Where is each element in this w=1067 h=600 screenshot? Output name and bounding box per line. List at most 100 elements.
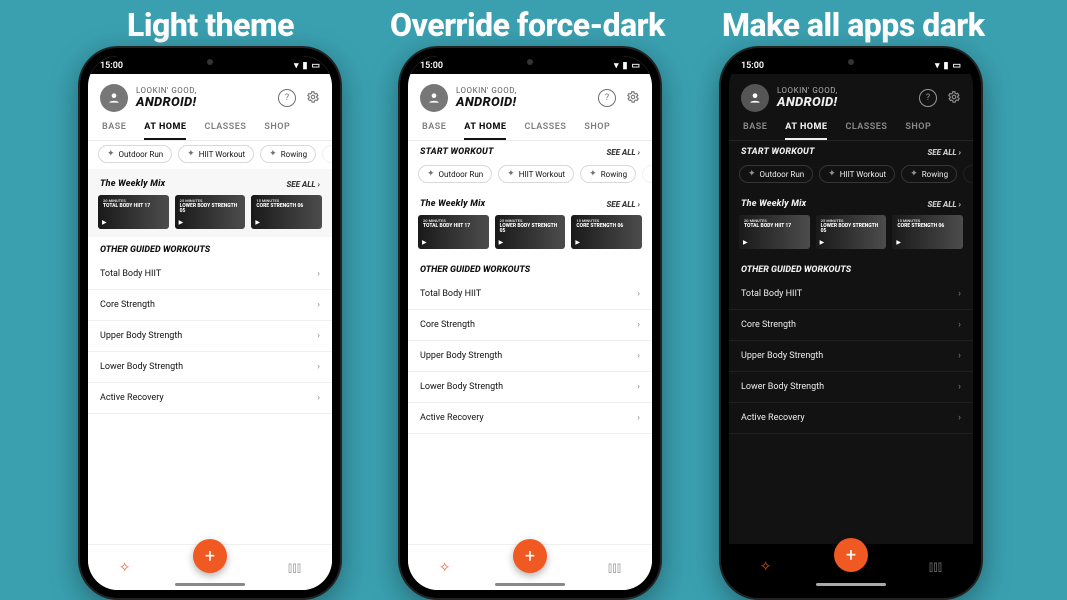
avatar[interactable] <box>420 84 448 112</box>
workout-list-item[interactable]: Upper Body Strength› <box>88 321 332 352</box>
greeting-sub: LOOKIN' GOOD, <box>136 86 197 95</box>
workout-list-item[interactable]: Core Strength› <box>729 310 973 341</box>
workout-list-item[interactable]: Upper Body Strength› <box>729 341 973 372</box>
chip-more[interactable]: ✦ <box>322 145 332 163</box>
tab-base[interactable]: BASE <box>743 122 767 140</box>
start-workout-title: START WORKOUT <box>420 147 494 157</box>
mix-card[interactable]: 15 MINUTESCORE STRENGTH 06▶ <box>892 215 963 249</box>
status-time: 15:00 <box>420 61 443 71</box>
workout-list-item[interactable]: Lower Body Strength› <box>729 372 973 403</box>
workout-item-label: Active Recovery <box>741 413 805 423</box>
weekly-mix-seeall[interactable]: SEE ALL › <box>927 200 961 209</box>
weekly-mix-seeall[interactable]: SEE ALL › <box>286 180 320 189</box>
start-workout-seeall[interactable]: SEE ALL › <box>927 148 961 157</box>
tab-at-home[interactable]: AT HOME <box>785 122 827 140</box>
greeting-main: ANDROID! <box>136 95 197 110</box>
mix-card[interactable]: 20 MINUTESTOTAL BODY HIIT 17▶ <box>739 215 810 249</box>
tab-shop[interactable]: SHOP <box>264 122 290 140</box>
chip-outdoor-run[interactable]: ✦Outdoor Run <box>418 165 492 183</box>
mix-title: LOWER BODY STRENGTH 05 <box>821 223 879 235</box>
other-guided-title: OTHER GUIDED WORKOUTS <box>408 257 652 279</box>
workout-chips: ✦Outdoor Run ✦HIIT Workout ✦Rowing ✦ <box>88 141 332 169</box>
phone-frame: 15:00▾▮▭LOOKIN' GOOD,ANDROID!?BASEAT HOM… <box>80 48 340 598</box>
add-fab[interactable]: + <box>513 539 547 573</box>
start-workout-seeall[interactable]: SEE ALL › <box>606 148 640 157</box>
activity-icon: ✦ <box>972 169 973 179</box>
workout-list-item[interactable]: Core Strength› <box>408 310 652 341</box>
chip-label: HIIT Workout <box>199 150 245 159</box>
column-title: Light theme <box>127 6 294 44</box>
workout-list-item[interactable]: Active Recovery› <box>408 403 652 434</box>
weekly-mix-seeall[interactable]: SEE ALL › <box>606 200 640 209</box>
tab-base[interactable]: BASE <box>422 122 446 140</box>
tab-at-home[interactable]: AT HOME <box>464 122 506 140</box>
chip-more[interactable]: ✦ <box>642 165 652 183</box>
home-icon[interactable]: ✧ <box>439 560 451 576</box>
mix-duration: 15 MINUTES <box>256 199 317 204</box>
screen: 15:00▾▮▭LOOKIN' GOOD,ANDROID!?BASEAT HOM… <box>88 56 332 590</box>
chip-hiit-workout[interactable]: ✦HIIT Workout <box>498 165 574 183</box>
activity-icon: ✦ <box>331 149 332 159</box>
mix-card[interactable]: 20 MINUTESTOTAL BODY HIIT 17▶ <box>98 195 169 229</box>
workout-list-item[interactable]: Lower Body Strength› <box>88 352 332 383</box>
chip-outdoor-run[interactable]: ✦Outdoor Run <box>98 145 172 163</box>
settings-icon[interactable] <box>626 89 640 108</box>
tab-shop[interactable]: SHOP <box>584 122 610 140</box>
chip-outdoor-run[interactable]: ✦Outdoor Run <box>739 165 813 183</box>
tab-at-home[interactable]: AT HOME <box>144 122 186 140</box>
workout-list-item[interactable]: Active Recovery› <box>729 403 973 434</box>
avatar[interactable] <box>741 84 769 112</box>
workout-list-item[interactable]: Core Strength› <box>88 290 332 321</box>
help-icon[interactable]: ? <box>919 89 937 107</box>
mix-card[interactable]: 25 MINUTESLOWER BODY STRENGTH 05▶ <box>495 215 566 249</box>
settings-icon[interactable] <box>306 89 320 108</box>
workout-list-item[interactable]: Total Body HIIT› <box>729 279 973 310</box>
mix-card[interactable]: 25 MINUTESLOWER BODY STRENGTH 05▶ <box>175 195 246 229</box>
tab-classes[interactable]: CLASSES <box>845 122 887 140</box>
stats-icon[interactable]: ⫾⫾⫾ <box>288 560 301 576</box>
chevron-right-icon: › <box>317 331 320 341</box>
play-icon: ▶ <box>820 239 825 246</box>
weekly-mix-row: 20 MINUTESTOTAL BODY HIIT 17▶25 MINUTESL… <box>408 213 652 257</box>
home-icon[interactable]: ✧ <box>760 559 772 575</box>
chip-rowing[interactable]: ✦Rowing <box>901 165 957 183</box>
status-icons: ▾▮▭ <box>294 61 320 71</box>
tab-base[interactable]: BASE <box>102 122 126 140</box>
help-icon[interactable]: ? <box>598 89 616 107</box>
mix-card[interactable]: 20 MINUTESTOTAL BODY HIIT 17▶ <box>418 215 489 249</box>
chevron-right-icon: › <box>317 393 320 403</box>
workout-list-item[interactable]: Total Body HIIT› <box>88 259 332 290</box>
stats-icon[interactable]: ⫾⫾⫾ <box>929 559 942 575</box>
stats-icon[interactable]: ⫾⫾⫾ <box>608 560 621 576</box>
chip-hiit-workout[interactable]: ✦HIIT Workout <box>178 145 254 163</box>
chevron-right-icon: › <box>958 289 961 299</box>
workout-item-label: Lower Body Strength <box>420 382 503 392</box>
chip-hiit-workout[interactable]: ✦HIIT Workout <box>819 165 895 183</box>
settings-icon[interactable] <box>947 89 961 108</box>
add-fab[interactable]: + <box>834 538 868 572</box>
chip-rowing[interactable]: ✦Rowing <box>260 145 316 163</box>
mix-card[interactable]: 25 MINUTESLOWER BODY STRENGTH 05▶ <box>816 215 887 249</box>
app-header: LOOKIN' GOOD,ANDROID!? <box>408 74 652 118</box>
workout-list-item[interactable]: Lower Body Strength› <box>408 372 652 403</box>
chip-rowing[interactable]: ✦Rowing <box>580 165 636 183</box>
play-icon: ▶ <box>255 219 260 226</box>
tab-classes[interactable]: CLASSES <box>204 122 246 140</box>
help-icon[interactable]: ? <box>278 89 296 107</box>
tab-classes[interactable]: CLASSES <box>524 122 566 140</box>
avatar[interactable] <box>100 84 128 112</box>
chip-more[interactable]: ✦ <box>963 165 973 183</box>
workout-list-item[interactable]: Total Body HIIT› <box>408 279 652 310</box>
workout-item-label: Core Strength <box>741 320 796 330</box>
mix-card[interactable]: 15 MINUTESCORE STRENGTH 06▶ <box>251 195 322 229</box>
add-fab[interactable]: + <box>193 539 227 573</box>
workout-item-label: Total Body HIIT <box>420 289 481 299</box>
signal-icon: ▮ <box>623 61 628 71</box>
mix-card[interactable]: 15 MINUTESCORE STRENGTH 06▶ <box>571 215 642 249</box>
chevron-right-icon: › <box>637 351 640 361</box>
workout-list-item[interactable]: Active Recovery› <box>88 383 332 414</box>
home-icon[interactable]: ✧ <box>119 560 131 576</box>
workout-list-item[interactable]: Upper Body Strength› <box>408 341 652 372</box>
chip-label: Rowing <box>601 170 627 179</box>
tab-shop[interactable]: SHOP <box>905 122 931 140</box>
